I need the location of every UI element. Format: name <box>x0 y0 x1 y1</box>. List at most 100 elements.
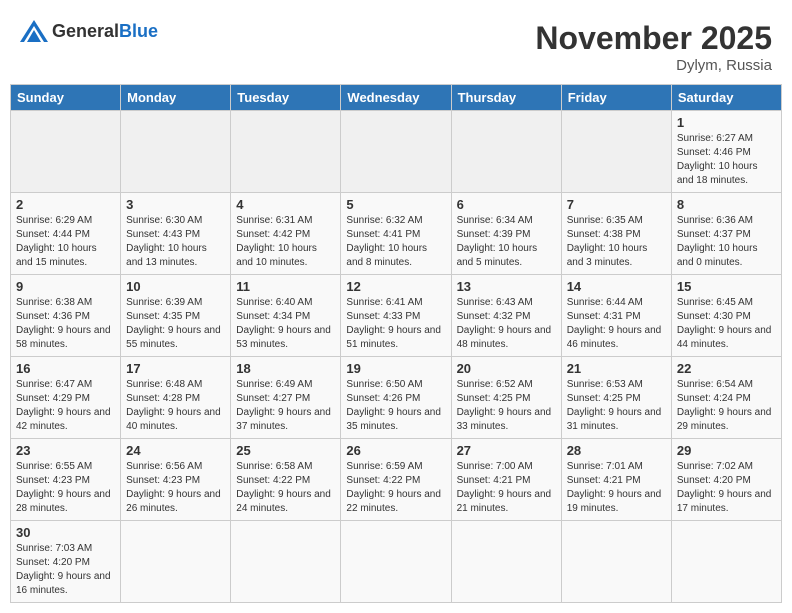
day-info: Sunrise: 6:50 AM Sunset: 4:26 PM Dayligh… <box>346 378 445 434</box>
calendar-cell: 21Sunrise: 6:53 AM Sunset: 4:25 PM Dayli… <box>561 357 671 439</box>
day-number: 25 <box>236 443 335 458</box>
day-number: 1 <box>677 115 776 130</box>
day-info: Sunrise: 7:02 AM Sunset: 4:20 PM Dayligh… <box>677 460 776 516</box>
weekday-header-thursday: Thursday <box>451 85 561 111</box>
calendar-cell <box>231 111 341 193</box>
day-number: 9 <box>16 279 115 294</box>
calendar-cell: 7 Sunrise: 6:35 AM Sunset: 4:38 PM Daylig… <box>561 193 671 275</box>
location: Dylym, Russia <box>535 57 772 74</box>
day-info: Sunrise: 6:34 AM Sunset: 4:39 PM Dayligh… <box>457 214 556 270</box>
day-info: Sunrise: 6:40 AM Sunset: 4:34 PM Dayligh… <box>236 296 335 352</box>
calendar-cell <box>451 111 561 193</box>
day-info: Sunrise: 6:59 AM Sunset: 4:22 PM Dayligh… <box>346 460 445 516</box>
calendar-cell: 29 Sunrise: 7:02 AM Sunset: 4:20 PM Dayli… <box>671 439 781 521</box>
day-info: Sunrise: 6:48 AM Sunset: 4:28 PM Dayligh… <box>126 378 225 434</box>
calendar-cell <box>341 111 451 193</box>
calendar-week-2: 2 Sunrise: 6:29 AM Sunset: 4:44 PM Daylig… <box>11 193 782 275</box>
day-info: Sunrise: 6:32 AM Sunset: 4:41 PM Dayligh… <box>346 214 445 270</box>
calendar-cell: 5 Sunrise: 6:32 AM Sunset: 4:41 PM Daylig… <box>341 193 451 275</box>
day-info: Sunrise: 7:03 AM Sunset: 4:20 PM Dayligh… <box>16 542 115 598</box>
calendar-cell: 9 Sunrise: 6:38 AM Sunset: 4:36 PM Daylig… <box>11 275 121 357</box>
day-number: 24 <box>126 443 225 458</box>
calendar-cell: 11 Sunrise: 6:40 AM Sunset: 4:34 PM Dayli… <box>231 275 341 357</box>
calendar-cell: 23Sunrise: 6:55 AM Sunset: 4:23 PM Dayli… <box>11 439 121 521</box>
day-number: 2 <box>16 197 115 212</box>
title-area: November 2025 Dylym, Russia <box>535 20 772 74</box>
day-info: Sunrise: 6:30 AM Sunset: 4:43 PM Dayligh… <box>126 214 225 270</box>
day-info: Sunrise: 6:29 AM Sunset: 4:44 PM Dayligh… <box>16 214 115 270</box>
calendar-cell: 25Sunrise: 6:58 AM Sunset: 4:22 PM Dayli… <box>231 439 341 521</box>
day-number: 18 <box>236 361 335 376</box>
day-info: Sunrise: 6:55 AM Sunset: 4:23 PM Dayligh… <box>16 460 115 516</box>
calendar-cell: 30 Sunrise: 7:03 AM Sunset: 4:20 PM Dayli… <box>11 521 121 603</box>
calendar-cell: 2 Sunrise: 6:29 AM Sunset: 4:44 PM Daylig… <box>11 193 121 275</box>
weekday-header-monday: Monday <box>121 85 231 111</box>
calendar-cell: 16 Sunrise: 6:47 AM Sunset: 4:29 PM Dayli… <box>11 357 121 439</box>
weekday-header-wednesday: Wednesday <box>341 85 451 111</box>
day-number: 5 <box>346 197 445 212</box>
calendar-week-1: 1Sunrise: 6:27 AM Sunset: 4:46 PM Daylig… <box>11 111 782 193</box>
day-number: 30 <box>16 525 115 540</box>
calendar-cell: 8 Sunrise: 6:36 AM Sunset: 4:37 PM Daylig… <box>671 193 781 275</box>
calendar-cell: 22Sunrise: 6:54 AM Sunset: 4:24 PM Dayli… <box>671 357 781 439</box>
weekday-header-friday: Friday <box>561 85 671 111</box>
day-info: Sunrise: 7:01 AM Sunset: 4:21 PM Dayligh… <box>567 460 666 516</box>
day-number: 7 <box>567 197 666 212</box>
logo-icon <box>20 20 48 42</box>
calendar-week-3: 9 Sunrise: 6:38 AM Sunset: 4:36 PM Daylig… <box>11 275 782 357</box>
calendar-cell: 20Sunrise: 6:52 AM Sunset: 4:25 PM Dayli… <box>451 357 561 439</box>
calendar-cell: 19 Sunrise: 6:50 AM Sunset: 4:26 PM Dayli… <box>341 357 451 439</box>
day-info: Sunrise: 6:36 AM Sunset: 4:37 PM Dayligh… <box>677 214 776 270</box>
calendar-cell: 4 Sunrise: 6:31 AM Sunset: 4:42 PM Daylig… <box>231 193 341 275</box>
day-info: Sunrise: 6:56 AM Sunset: 4:23 PM Dayligh… <box>126 460 225 516</box>
day-info: Sunrise: 6:54 AM Sunset: 4:24 PM Dayligh… <box>677 378 776 434</box>
calendar-cell: 12 Sunrise: 6:41 AM Sunset: 4:33 PM Dayli… <box>341 275 451 357</box>
calendar-cell <box>671 521 781 603</box>
day-info: Sunrise: 6:41 AM Sunset: 4:33 PM Dayligh… <box>346 296 445 352</box>
day-number: 16 <box>16 361 115 376</box>
day-number: 19 <box>346 361 445 376</box>
day-number: 26 <box>346 443 445 458</box>
day-info: Sunrise: 6:43 AM Sunset: 4:32 PM Dayligh… <box>457 296 556 352</box>
header: GeneralBlue November 2025 Dylym, Russia <box>10 10 782 79</box>
calendar-week-5: 23Sunrise: 6:55 AM Sunset: 4:23 PM Dayli… <box>11 439 782 521</box>
day-info: Sunrise: 6:47 AM Sunset: 4:29 PM Dayligh… <box>16 378 115 434</box>
day-number: 20 <box>457 361 556 376</box>
day-number: 17 <box>126 361 225 376</box>
calendar: SundayMondayTuesdayWednesdayThursdayFrid… <box>10 84 782 603</box>
logo-general-text: GeneralBlue <box>52 21 158 42</box>
day-number: 21 <box>567 361 666 376</box>
day-info: Sunrise: 6:39 AM Sunset: 4:35 PM Dayligh… <box>126 296 225 352</box>
day-info: Sunrise: 6:35 AM Sunset: 4:38 PM Dayligh… <box>567 214 666 270</box>
calendar-cell: 28Sunrise: 7:01 AM Sunset: 4:21 PM Dayli… <box>561 439 671 521</box>
calendar-cell <box>451 521 561 603</box>
calendar-cell: 1Sunrise: 6:27 AM Sunset: 4:46 PM Daylig… <box>671 111 781 193</box>
day-info: Sunrise: 6:45 AM Sunset: 4:30 PM Dayligh… <box>677 296 776 352</box>
day-number: 8 <box>677 197 776 212</box>
calendar-cell <box>121 111 231 193</box>
day-number: 29 <box>677 443 776 458</box>
calendar-cell <box>11 111 121 193</box>
weekday-header-row: SundayMondayTuesdayWednesdayThursdayFrid… <box>11 85 782 111</box>
day-number: 4 <box>236 197 335 212</box>
day-number: 13 <box>457 279 556 294</box>
month-year: November 2025 <box>535 20 772 57</box>
day-number: 27 <box>457 443 556 458</box>
day-number: 11 <box>236 279 335 294</box>
weekday-header-tuesday: Tuesday <box>231 85 341 111</box>
calendar-cell <box>561 111 671 193</box>
calendar-cell: 18 Sunrise: 6:49 AM Sunset: 4:27 PM Dayli… <box>231 357 341 439</box>
weekday-header-saturday: Saturday <box>671 85 781 111</box>
calendar-cell: 13 Sunrise: 6:43 AM Sunset: 4:32 PM Dayli… <box>451 275 561 357</box>
day-info: Sunrise: 6:38 AM Sunset: 4:36 PM Dayligh… <box>16 296 115 352</box>
calendar-cell <box>121 521 231 603</box>
calendar-cell <box>561 521 671 603</box>
logo: GeneralBlue <box>20 20 158 42</box>
day-info: Sunrise: 6:31 AM Sunset: 4:42 PM Dayligh… <box>236 214 335 270</box>
calendar-cell <box>341 521 451 603</box>
calendar-week-6: 30 Sunrise: 7:03 AM Sunset: 4:20 PM Dayli… <box>11 521 782 603</box>
day-info: Sunrise: 6:49 AM Sunset: 4:27 PM Dayligh… <box>236 378 335 434</box>
day-number: 10 <box>126 279 225 294</box>
calendar-cell: 24 Sunrise: 6:56 AM Sunset: 4:23 PM Dayli… <box>121 439 231 521</box>
day-number: 12 <box>346 279 445 294</box>
